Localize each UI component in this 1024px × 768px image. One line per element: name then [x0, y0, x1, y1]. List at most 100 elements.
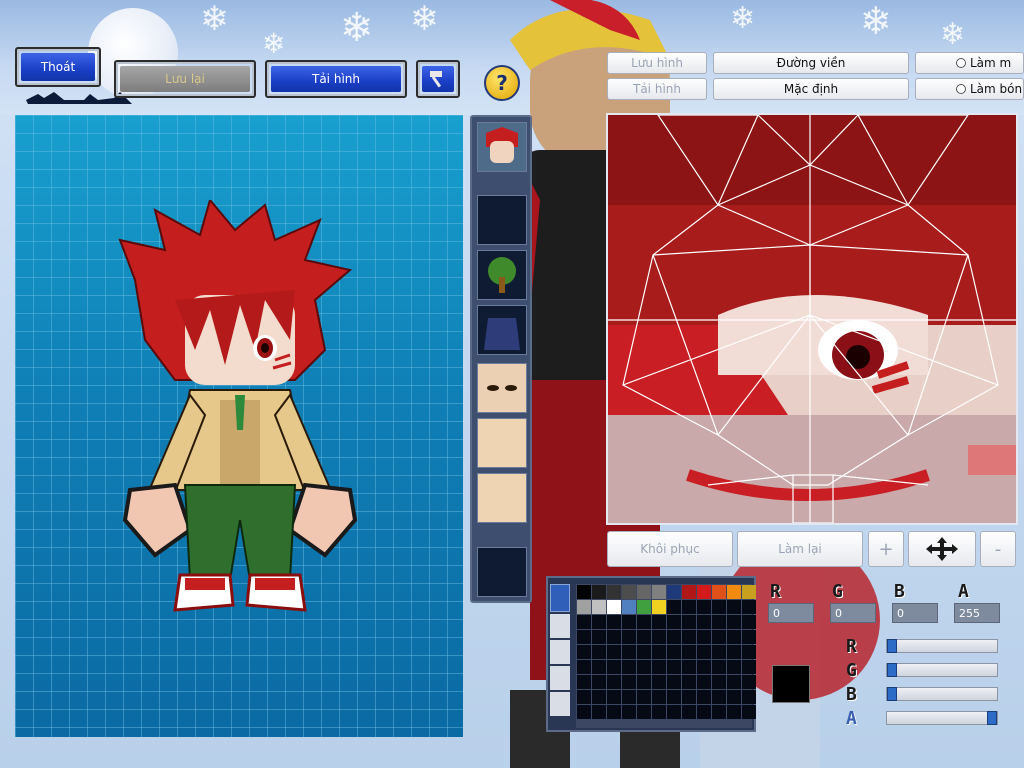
- palette-swatch[interactable]: [742, 675, 756, 689]
- palette-swatch[interactable]: [592, 645, 606, 659]
- palette-swatch[interactable]: [637, 600, 651, 614]
- palette-swatch[interactable]: [727, 630, 741, 644]
- palette-swatch[interactable]: [682, 675, 696, 689]
- palette-swatch[interactable]: [592, 630, 606, 644]
- palette-swatch[interactable]: [592, 705, 606, 719]
- palette-swatch[interactable]: [697, 585, 711, 599]
- palette-swatch[interactable]: [622, 645, 636, 659]
- palette-swatch[interactable]: [712, 675, 726, 689]
- thumbnail-face-mouth[interactable]: [477, 473, 527, 523]
- green-slider[interactable]: [886, 663, 998, 677]
- exit-button[interactable]: Thoát: [15, 47, 101, 87]
- palette-swatch[interactable]: [667, 585, 681, 599]
- load-image-tab[interactable]: Tải hình: [607, 78, 707, 100]
- palette-swatch[interactable]: [682, 705, 696, 719]
- palette-swatch[interactable]: [607, 660, 621, 674]
- thumbnail-outfit-icon[interactable]: [477, 305, 527, 355]
- palette-swatch[interactable]: [712, 615, 726, 629]
- palette-swatch[interactable]: [742, 600, 756, 614]
- palette-swatch[interactable]: [682, 600, 696, 614]
- palette-swatch[interactable]: [742, 690, 756, 704]
- palette-swatch[interactable]: [592, 600, 606, 614]
- palette-swatch[interactable]: [667, 675, 681, 689]
- palette-swatch[interactable]: [742, 645, 756, 659]
- palette-swatch[interactable]: [652, 585, 666, 599]
- palette-swatch[interactable]: [697, 660, 711, 674]
- palette-swatch[interactable]: [652, 705, 666, 719]
- palette-swatch[interactable]: [712, 705, 726, 719]
- save-image-tab[interactable]: Lưu hình: [607, 52, 707, 74]
- palette-swatch[interactable]: [652, 600, 666, 614]
- alpha-value-field[interactable]: 255: [954, 603, 1000, 623]
- palette-swatch[interactable]: [652, 660, 666, 674]
- palette-swatch[interactable]: [727, 600, 741, 614]
- palette-swatch[interactable]: [712, 645, 726, 659]
- palette-swatch[interactable]: [697, 600, 711, 614]
- palette-swatch[interactable]: [727, 675, 741, 689]
- palette-swatch[interactable]: [622, 705, 636, 719]
- palette-swatch[interactable]: [607, 705, 621, 719]
- radio-option-2[interactable]: Làm bón: [915, 78, 1024, 100]
- palette-swatch[interactable]: [637, 645, 651, 659]
- thumbnail-empty-slot[interactable]: [477, 547, 527, 597]
- palette-swatch[interactable]: [622, 615, 636, 629]
- palette-swatch[interactable]: [637, 660, 651, 674]
- red-slider[interactable]: [886, 639, 998, 653]
- palette-swatch[interactable]: [592, 585, 606, 599]
- palette-swatch[interactable]: [652, 615, 666, 629]
- palette-swatch[interactable]: [712, 600, 726, 614]
- palette-swatch[interactable]: [697, 645, 711, 659]
- slider-knob[interactable]: [887, 663, 897, 677]
- reload-button[interactable]: Tải hình: [265, 60, 407, 98]
- save-button[interactable]: Lưu lại: [114, 60, 256, 98]
- palette-swatch[interactable]: [667, 645, 681, 659]
- palette-page-tab[interactable]: [550, 666, 570, 690]
- question-mark-icon[interactable]: ?: [484, 65, 520, 101]
- palette-page-tab[interactable]: [550, 640, 570, 664]
- palette-swatch[interactable]: [682, 690, 696, 704]
- palette-swatch[interactable]: [637, 690, 651, 704]
- redo-button[interactable]: Làm lại: [737, 531, 863, 567]
- alpha-slider[interactable]: [886, 711, 998, 725]
- palette-swatch[interactable]: [667, 705, 681, 719]
- palette-swatch[interactable]: [577, 705, 591, 719]
- palette-swatch[interactable]: [697, 690, 711, 704]
- character-canvas[interactable]: [15, 115, 463, 737]
- palette-page-tab[interactable]: [550, 692, 570, 716]
- palette-page-tab[interactable]: [550, 584, 570, 612]
- palette-swatch[interactable]: [577, 690, 591, 704]
- palette-swatch[interactable]: [577, 630, 591, 644]
- palette-swatch[interactable]: [682, 645, 696, 659]
- palette-swatch[interactable]: [652, 645, 666, 659]
- palette-swatch[interactable]: [622, 585, 636, 599]
- palette-swatch[interactable]: [667, 660, 681, 674]
- palette-swatch[interactable]: [622, 660, 636, 674]
- thumbnail-face-eyes[interactable]: [477, 363, 527, 413]
- red-value-field[interactable]: 0: [768, 603, 814, 623]
- palette-swatch[interactable]: [712, 630, 726, 644]
- palette-swatch[interactable]: [742, 585, 756, 599]
- palette-swatch-grid[interactable]: [576, 584, 756, 728]
- palette-swatch[interactable]: [697, 615, 711, 629]
- palette-swatch[interactable]: [607, 585, 621, 599]
- outline-tab[interactable]: Đường viền: [713, 52, 909, 74]
- palette-swatch[interactable]: [607, 645, 621, 659]
- palette-swatch[interactable]: [637, 615, 651, 629]
- palette-swatch[interactable]: [697, 705, 711, 719]
- palette-swatch[interactable]: [652, 675, 666, 689]
- thumbnail-face-plain[interactable]: [477, 418, 527, 468]
- palette-swatch[interactable]: [727, 705, 741, 719]
- palette-swatch[interactable]: [637, 675, 651, 689]
- palette-swatch[interactable]: [727, 690, 741, 704]
- palette-page-tabs[interactable]: [550, 584, 570, 728]
- thumbnail-tree-icon[interactable]: [477, 250, 527, 300]
- palette-swatch[interactable]: [622, 690, 636, 704]
- move-arrows-icon[interactable]: [908, 531, 976, 567]
- palette-swatch[interactable]: [637, 630, 651, 644]
- palette-swatch[interactable]: [652, 630, 666, 644]
- palette-swatch[interactable]: [607, 600, 621, 614]
- zoom-out-button[interactable]: -: [980, 531, 1016, 567]
- palette-swatch[interactable]: [727, 615, 741, 629]
- palette-swatch[interactable]: [652, 690, 666, 704]
- palette-swatch[interactable]: [577, 675, 591, 689]
